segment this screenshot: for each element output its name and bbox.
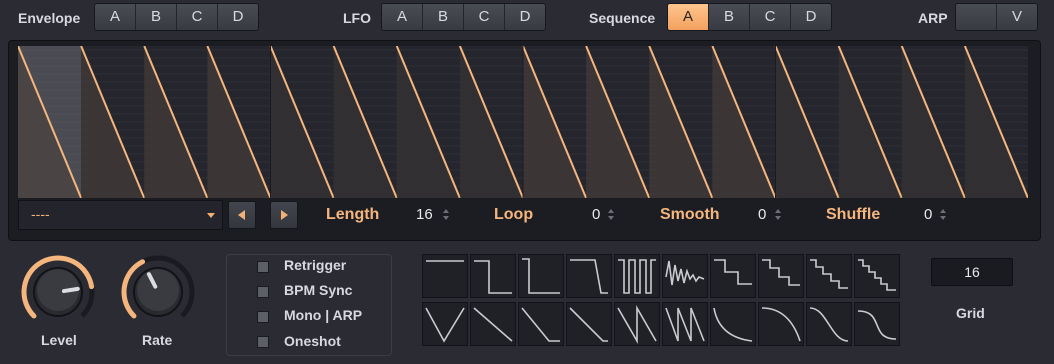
next-preset-button[interactable] — [270, 201, 298, 229]
sequence-selector: A B C D — [667, 3, 832, 31]
envelope-label: Envelope — [18, 10, 81, 26]
sequence-c-button[interactable]: C — [750, 4, 791, 30]
shape-ramp-down-2-icon — [569, 307, 608, 342]
envelope-c-button[interactable]: C — [177, 4, 218, 30]
shape-stairs-5-button[interactable] — [806, 254, 852, 298]
shape-trapezoid-icon — [570, 259, 608, 294]
lfo-a-button[interactable]: A — [382, 4, 423, 30]
shape-ramp-down-hold-icon — [521, 307, 560, 342]
smooth-value[interactable]: 0 — [758, 206, 766, 223]
arp-v-button[interactable]: V — [997, 4, 1037, 30]
envelope-selector: A B C D — [94, 3, 259, 31]
shape-saw-3-button[interactable] — [662, 302, 708, 346]
shape-square-short-button[interactable] — [518, 254, 564, 298]
mono-arp-checkbox[interactable] — [257, 311, 269, 323]
shuffle-label: Shuffle — [826, 206, 881, 223]
shape-s-curve-down-icon — [809, 307, 849, 342]
retrigger-checkbox[interactable] — [257, 261, 269, 273]
shuffle-value[interactable]: 0 — [924, 206, 932, 223]
shape-exp-decay-icon — [713, 307, 753, 342]
length-label: Length — [326, 206, 380, 223]
shape-saw-2-icon — [617, 305, 657, 344]
smooth-label: Smooth — [660, 206, 720, 223]
arrow-right-icon — [281, 210, 288, 220]
shape-saw-2-button[interactable] — [614, 302, 660, 346]
chevron-down-icon — [207, 213, 215, 218]
step-grid[interactable] — [18, 46, 1028, 198]
shape-ramp-down-button[interactable] — [470, 302, 516, 346]
lfo-selector: A B C D — [381, 3, 546, 31]
shape-stairs-3-button[interactable] — [710, 254, 756, 298]
sequence-b-button[interactable]: B — [709, 4, 750, 30]
arp-selector: V — [955, 3, 1038, 31]
lfo-d-button[interactable]: D — [505, 4, 545, 30]
shape-pulse-train-icon — [618, 259, 656, 294]
shape-curve-down-button[interactable] — [758, 302, 804, 346]
retrigger-label: Retrigger — [284, 257, 347, 273]
mono-arp-label: Mono | ARP — [284, 307, 363, 323]
length-value[interactable]: 16 — [416, 206, 433, 223]
shape-stairs-4-icon — [762, 259, 800, 286]
shape-triangle-icon — [425, 307, 465, 343]
oneshot-label: Oneshot — [284, 333, 341, 349]
rate-knob[interactable] — [116, 252, 200, 332]
shape-stairs-4-button[interactable] — [758, 254, 804, 298]
lfo-c-button[interactable]: C — [464, 4, 505, 30]
shape-s-curve-button[interactable] — [854, 302, 900, 346]
oneshot-checkbox[interactable] — [257, 336, 269, 348]
shape-s-curve-down-button[interactable] — [806, 302, 852, 346]
bpm-sync-checkbox[interactable] — [257, 286, 269, 298]
shape-ramp-down-2-button[interactable] — [566, 302, 612, 346]
shape-noise-button[interactable] — [662, 254, 708, 298]
shape-stairs-6-icon — [858, 259, 896, 291]
shape-flat-line-button[interactable] — [422, 254, 468, 298]
loop-label: Loop — [494, 206, 534, 223]
shape-square-step-down-icon — [474, 260, 512, 294]
grid-label: Grid — [956, 305, 985, 321]
level-knob[interactable] — [16, 252, 100, 332]
knob-indicator — [61, 286, 80, 294]
level-label: Level — [41, 332, 77, 348]
arp-off-button[interactable] — [956, 4, 997, 30]
shape-exp-decay-button[interactable] — [710, 302, 756, 346]
sequence-d-button[interactable]: D — [791, 4, 831, 30]
envelope-a-button[interactable]: A — [95, 4, 136, 30]
arrow-left-icon — [238, 210, 245, 220]
shape-ramp-down-icon — [473, 307, 513, 342]
shape-stairs-5-icon — [810, 259, 848, 289]
sequence-label: Sequence — [589, 10, 656, 26]
sequencer-controls: ---- Length 16 Loop 0 Smooth 0 Shuffle 0 — [18, 200, 1028, 230]
shape-square-short-icon — [522, 258, 560, 294]
shape-s-curve-icon — [857, 310, 897, 340]
lfo-label: LFO — [343, 10, 371, 26]
envelope-d-button[interactable]: D — [218, 4, 258, 30]
shape-ramp-down-hold-button[interactable] — [518, 302, 564, 346]
lfo-b-button[interactable]: B — [423, 4, 464, 30]
shape-stairs-3-icon — [714, 259, 752, 285]
shape-stairs-6-button[interactable] — [854, 254, 900, 298]
sequence-a-button[interactable]: A — [668, 4, 709, 30]
shape-curve-down-icon — [761, 307, 801, 342]
grid-value[interactable]: 16 — [931, 258, 1013, 286]
shape-pulse-train-button[interactable] — [614, 254, 660, 298]
shape-trapezoid-button[interactable] — [566, 254, 612, 298]
shape-flat-line-icon — [426, 260, 464, 262]
arp-label: ARP — [918, 10, 948, 26]
shape-saw-3-icon — [665, 307, 705, 342]
knob-cap — [137, 269, 179, 311]
loop-value[interactable]: 0 — [592, 206, 600, 223]
prev-preset-button[interactable] — [228, 201, 256, 229]
shape-noise-icon — [665, 260, 705, 286]
shape-triangle-button[interactable] — [422, 302, 468, 346]
rate-label: Rate — [142, 332, 173, 348]
options-box: Retrigger BPM Sync Mono | ARP Oneshot — [226, 254, 392, 356]
preset-dropdown[interactable]: ---- — [18, 200, 223, 230]
preset-value: ---- — [31, 206, 50, 222]
envelope-b-button[interactable]: B — [136, 4, 177, 30]
bpm-sync-label: BPM Sync — [284, 282, 353, 298]
shape-square-step-down-button[interactable] — [470, 254, 516, 298]
